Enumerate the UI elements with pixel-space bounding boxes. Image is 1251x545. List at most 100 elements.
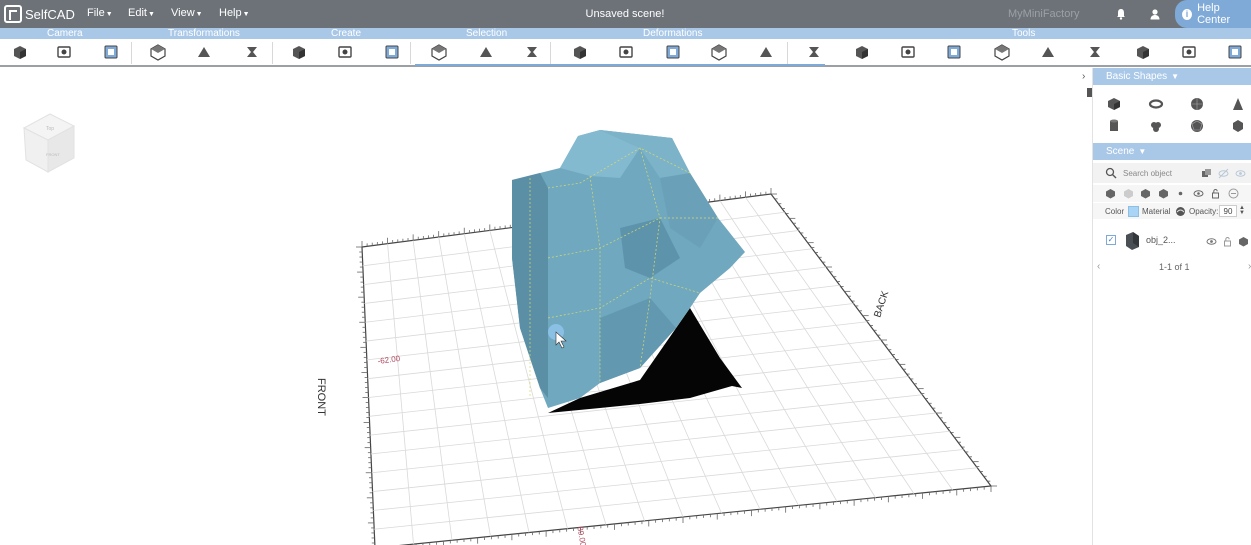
material-label[interactable]: Material — [1142, 207, 1170, 216]
select-object-icon[interactable] — [430, 43, 448, 61]
taper-icon[interactable] — [664, 43, 682, 61]
group-objects-icon[interactable] — [1201, 168, 1212, 179]
pager-count: 1-1 of 1 — [1159, 262, 1190, 272]
resolution-icon[interactable] — [1226, 43, 1244, 61]
color-label: Color — [1105, 207, 1125, 216]
color-swatch[interactable] — [1128, 206, 1139, 217]
app-logo[interactable]: SelfCAD — [4, 4, 75, 24]
toolbar-separator — [131, 42, 132, 64]
generator-icon[interactable] — [336, 43, 354, 61]
filter-minus-icon[interactable] — [1228, 188, 1239, 199]
array-icon[interactable] — [1039, 43, 1057, 61]
tube-icon[interactable] — [1133, 43, 1151, 61]
scene-header[interactable]: Scene ▼ — [1093, 143, 1251, 160]
scene-title: Unsaved scene! — [585, 8, 665, 20]
filter-lock-icon[interactable] — [1210, 188, 1221, 199]
material-sphere-icon[interactable] — [1175, 206, 1186, 217]
subdivide-icon[interactable] — [945, 43, 963, 61]
sphere-icon[interactable] — [1189, 96, 1205, 112]
object-checkbox[interactable]: ✓ — [1106, 235, 1116, 245]
help-center-label: Help Center — [1197, 2, 1231, 26]
select-face-icon[interactable] — [477, 43, 495, 61]
tool-category-bar: Camera Transformations Create Selection … — [0, 28, 1251, 39]
extrude-icon[interactable] — [899, 43, 917, 61]
opacity-spinner-icon[interactable]: ▲ ▼ — [1239, 205, 1245, 216]
category-tools: Tools — [1012, 28, 1036, 39]
rotate-icon[interactable] — [195, 43, 213, 61]
navigation-cube[interactable]: Top FRONT — [22, 113, 76, 173]
app-name: SelfCAD — [25, 6, 75, 22]
basic-shapes-title: Basic Shapes — [1106, 71, 1168, 82]
scale-icon[interactable] — [243, 43, 261, 61]
menu-file[interactable]: File▼ — [87, 7, 113, 19]
torus-knot-icon[interactable] — [1148, 118, 1164, 134]
move-icon[interactable] — [149, 43, 167, 61]
caret-down-icon: ▼ — [242, 11, 250, 18]
3d-viewport[interactable]: Top FRONT -62.00 89.00 FRONT BACK — [0, 68, 1092, 545]
cube-icon[interactable] — [1106, 96, 1122, 112]
search-icon — [1105, 167, 1117, 179]
filter-point-icon[interactable] — [1175, 188, 1186, 199]
camera-view-icon[interactable] — [10, 43, 28, 61]
user-account-icon[interactable] — [1149, 8, 1161, 20]
basic-shapes-header[interactable]: Basic Shapes ▼ — [1093, 68, 1251, 85]
drawing-icon[interactable] — [383, 43, 401, 61]
camera-snapshot-icon[interactable] — [55, 43, 73, 61]
mymini-factory-link[interactable]: MyMiniFactory — [1008, 8, 1080, 20]
show-all-icon[interactable] — [1235, 168, 1246, 179]
cylinder-icon[interactable] — [1106, 118, 1122, 134]
menu-bar: SelfCAD File▼ Edit▼ View▼ Help▼ Unsaved … — [0, 0, 1251, 28]
camera-focus-icon[interactable] — [102, 43, 120, 61]
help-center-button[interactable]: i Help Center — [1175, 0, 1251, 28]
twist-icon[interactable] — [617, 43, 635, 61]
menu-view[interactable]: View▼ — [171, 7, 203, 19]
menu-view-label: View — [171, 7, 195, 19]
pinch-icon[interactable] — [710, 43, 728, 61]
sketch-icon[interactable] — [289, 43, 307, 61]
notification-bell-icon[interactable] — [1115, 8, 1127, 20]
back-axis-label: BACK — [872, 289, 891, 319]
cone-icon[interactable] — [1230, 96, 1246, 112]
dodecahedron-icon[interactable] — [1230, 118, 1246, 134]
warp-icon[interactable] — [757, 43, 775, 61]
select-vertex-icon[interactable] — [523, 43, 541, 61]
geosphere-icon[interactable] — [1189, 118, 1205, 134]
boolean-icon[interactable] — [805, 43, 823, 61]
menu-help[interactable]: Help▼ — [219, 7, 250, 19]
filter-wire-icon[interactable] — [1123, 188, 1134, 199]
menu-edit[interactable]: Edit▼ — [128, 7, 155, 19]
category-create: Create — [331, 28, 362, 39]
selfcad-app: SelfCAD File▼ Edit▼ View▼ Help▼ Unsaved … — [0, 0, 1251, 545]
hide-all-icon[interactable] — [1218, 168, 1229, 179]
measure-bottom-label: 89.00 — [575, 526, 587, 545]
search-object-input[interactable] — [1123, 166, 1193, 180]
filter-solid-icon[interactable] — [1105, 188, 1116, 199]
object-cube-icon[interactable] — [1238, 236, 1249, 247]
right-panel: Basic Shapes▼ Scene▼ Color Material Opac… — [1092, 68, 1251, 545]
scene-search-row — [1093, 163, 1251, 183]
scene-title: Scene — [1106, 146, 1135, 157]
filter-cube-icon[interactable] — [1140, 188, 1151, 199]
scene-object-row[interactable]: ✓ obj_2... — [1093, 228, 1251, 254]
caret-down-icon: ▼ — [1171, 72, 1180, 81]
category-deformations: Deformations — [643, 28, 703, 39]
menu-help-label: Help — [219, 7, 242, 19]
nav-cube-front-label: FRONT — [46, 152, 60, 157]
category-transformations: Transformations — [168, 28, 240, 39]
visibility-eye-icon[interactable] — [1206, 236, 1217, 247]
bend-icon[interactable] — [570, 43, 588, 61]
filter-eye-icon[interactable] — [1193, 188, 1204, 199]
category-selection: Selection — [466, 28, 508, 39]
scene-canvas[interactable]: Top FRONT -62.00 89.00 FRONT BACK — [0, 68, 1092, 545]
collapse-panel-arrow-icon[interactable]: › — [1082, 71, 1092, 83]
stitch-icon[interactable] — [852, 43, 870, 61]
lock-icon[interactable] — [1222, 236, 1233, 247]
mirror-icon[interactable] — [1086, 43, 1104, 61]
opacity-input[interactable] — [1219, 205, 1237, 217]
solidify-icon[interactable] — [1180, 43, 1198, 61]
chevron-left-icon[interactable]: ‹ — [1097, 261, 1100, 272]
torus-icon[interactable] — [1148, 96, 1164, 112]
caret-down-icon: ▼ — [105, 11, 113, 18]
bevel-icon[interactable] — [993, 43, 1011, 61]
filter-sphere-icon[interactable] — [1158, 188, 1169, 199]
